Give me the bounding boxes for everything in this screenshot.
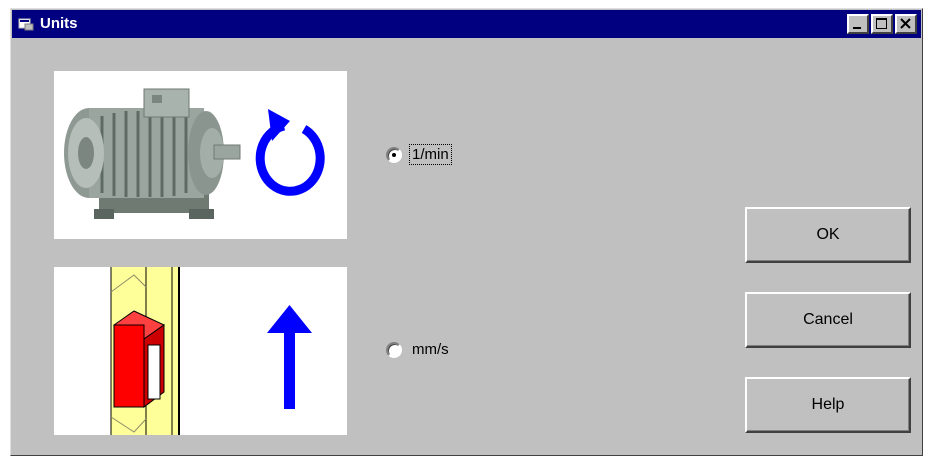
radio-label-mms[interactable]: mm/s [410,340,451,359]
ok-button[interactable]: OK [745,207,911,263]
window-title: Units [40,15,78,32]
title-bar[interactable]: Units [12,10,921,38]
maximize-icon [876,18,887,29]
elevator-shaft-icon [110,267,312,435]
electric-motor-icon [64,88,325,219]
maximize-button[interactable] [871,14,893,34]
radio-label-rpm[interactable]: 1/min [409,144,452,165]
help-button[interactable]: Help [745,377,911,433]
radio-option-mms[interactable]: mm/s [386,340,451,359]
minimize-icon [853,27,861,29]
radio-button-mms[interactable] [386,341,402,358]
radio-button-rpm[interactable] [386,146,402,163]
units-dialog: Units 1/min mm/s OK Cancel Help [10,8,923,456]
radio-option-rpm[interactable]: 1/min [386,144,452,165]
app-window-icon [18,18,34,31]
minimize-button[interactable] [847,14,869,34]
rotation-image [54,71,347,239]
close-button[interactable] [895,14,917,34]
close-icon [900,18,911,29]
radio-selected-dot [392,152,396,157]
cancel-button[interactable]: Cancel [745,292,911,348]
linear-image [54,267,347,435]
